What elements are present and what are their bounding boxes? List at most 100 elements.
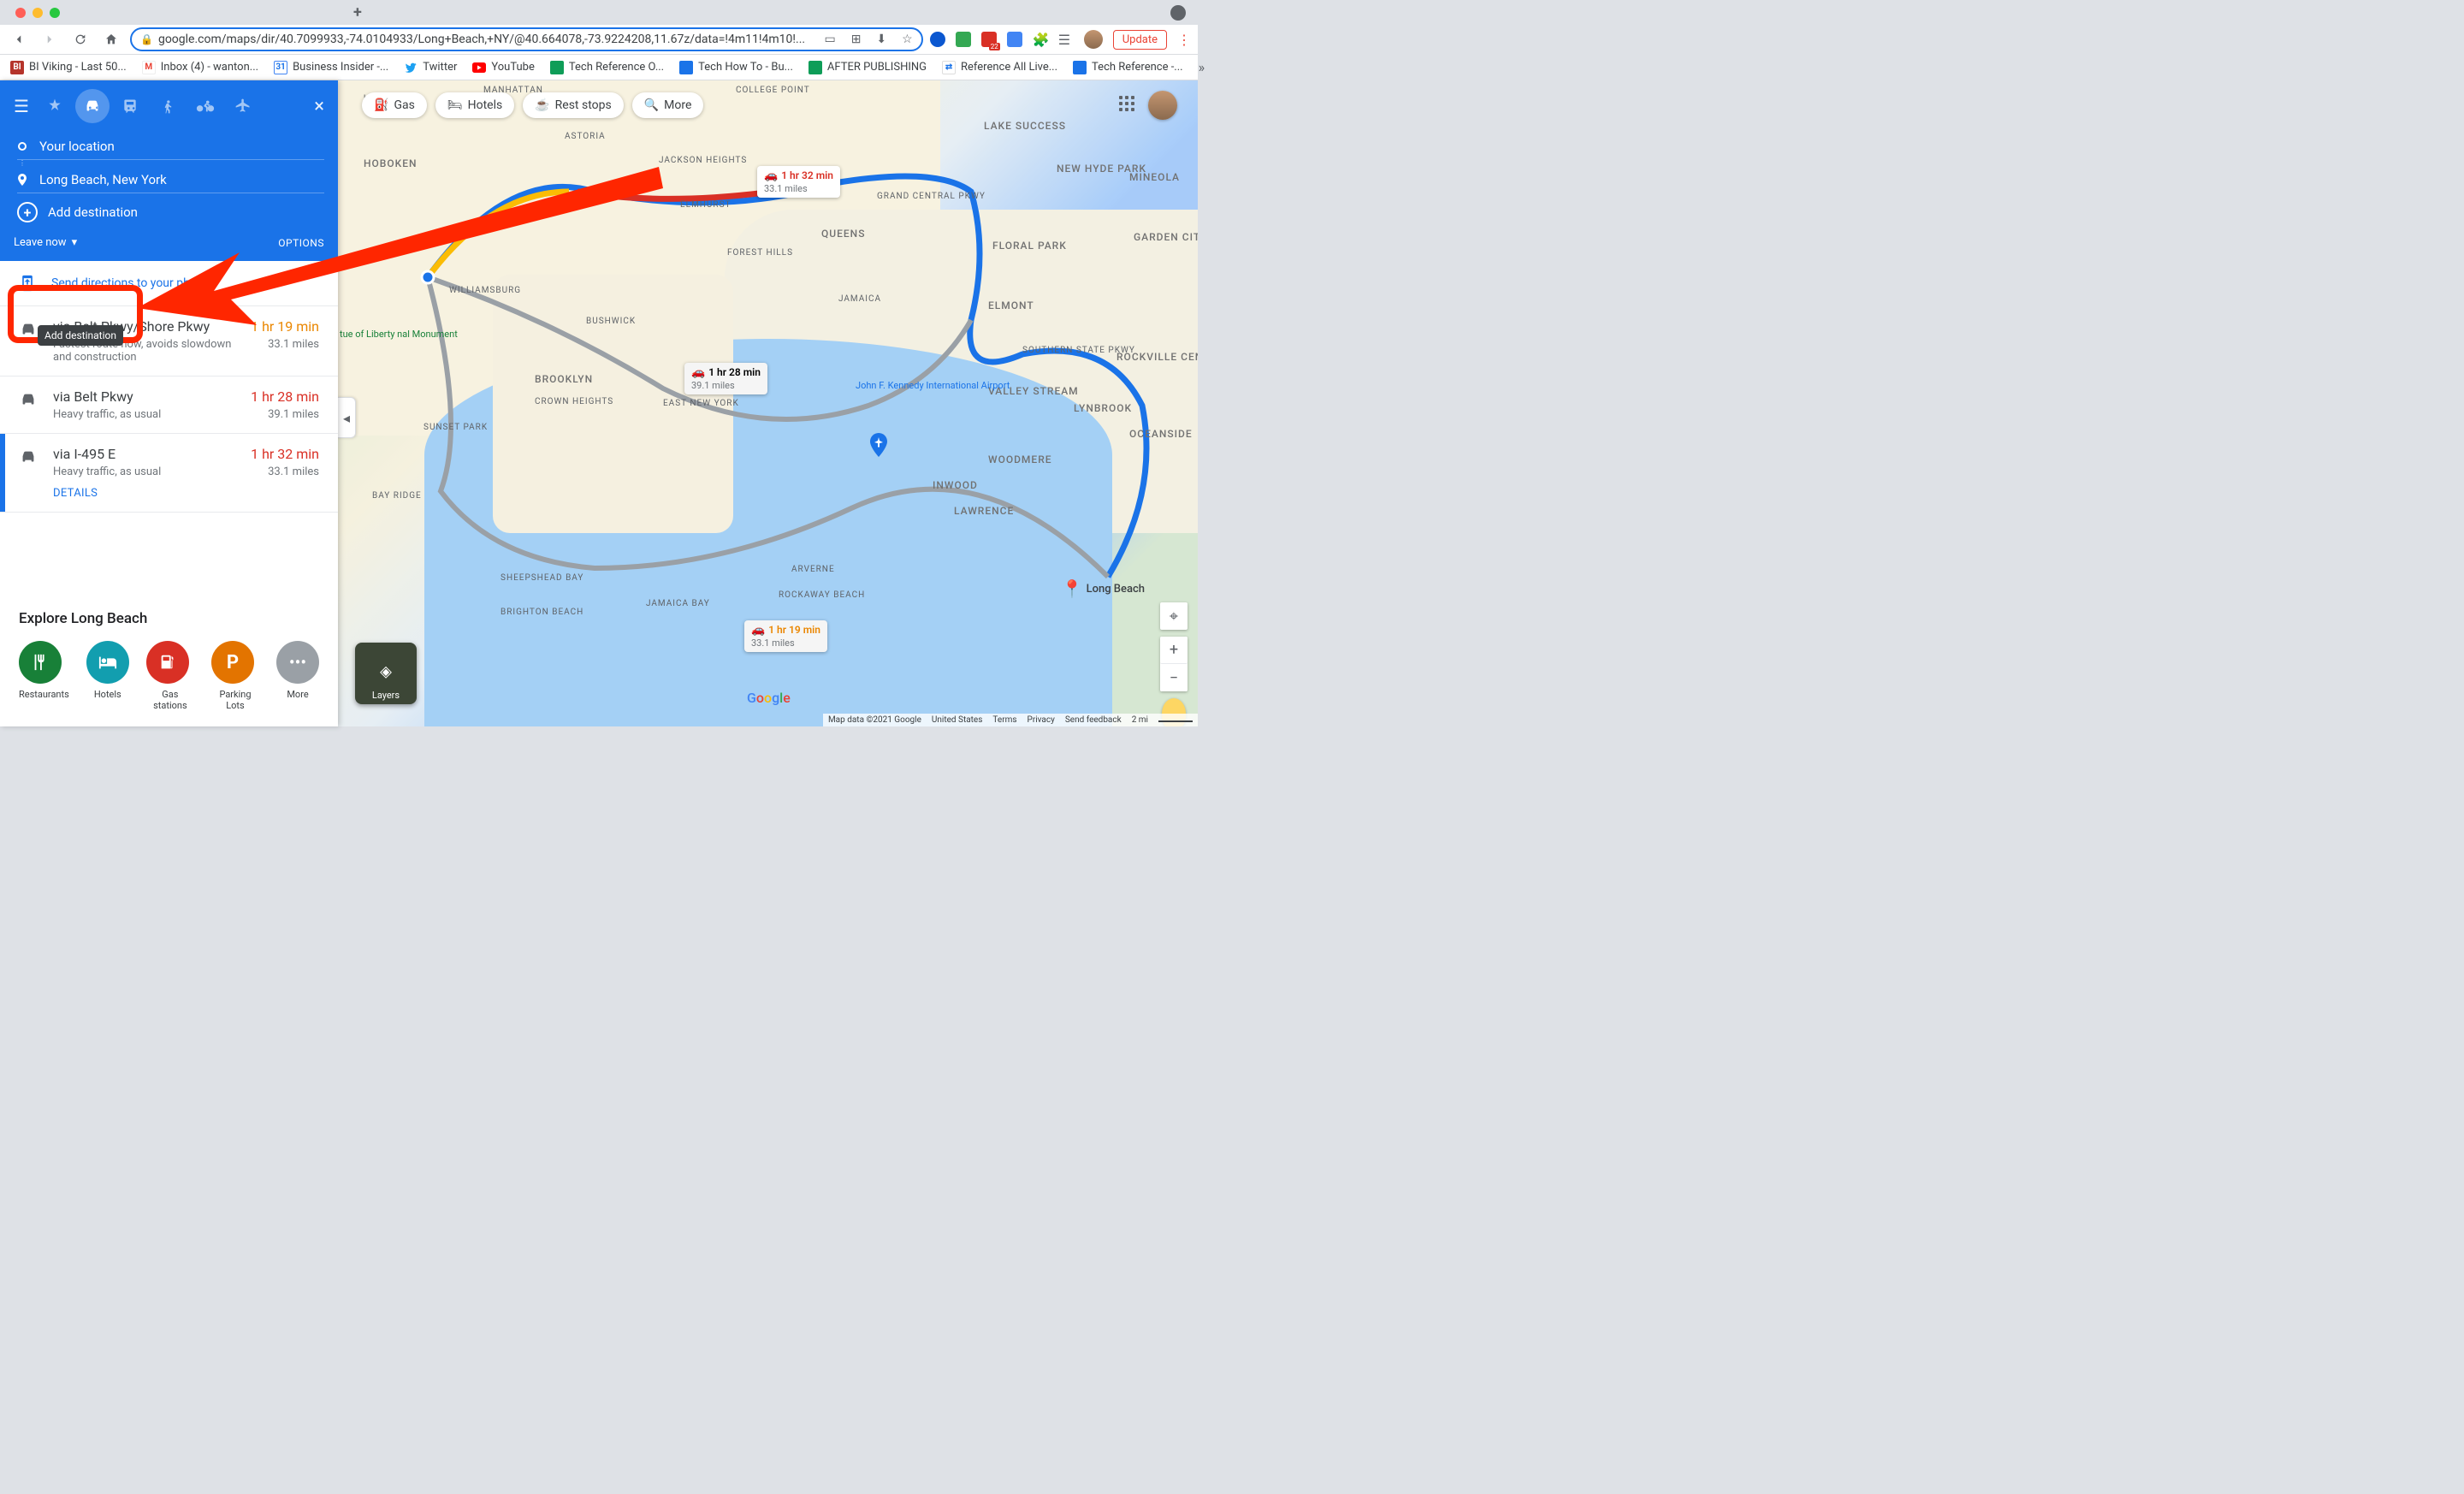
destination-marker[interactable]: 📍 Long Beach <box>1062 578 1145 599</box>
window-minimize[interactable] <box>33 8 43 18</box>
explore-parking[interactable]: PParking Lots <box>211 641 259 711</box>
bookmark-item[interactable]: AFTER PUBLISHING <box>808 61 927 74</box>
chip-more[interactable]: 🔍More <box>632 92 704 118</box>
star-icon[interactable]: ☆ <box>902 33 913 46</box>
reader-icon[interactable]: ▭ <box>824 33 835 46</box>
bookmark-item[interactable]: 31Business Insider -... <box>274 61 388 74</box>
browser-menu-icon[interactable]: ⋮ <box>1177 32 1191 48</box>
bookmark-item[interactable]: MInbox (4) - wanton... <box>142 61 258 74</box>
recenter-button[interactable]: ⌖ <box>1160 602 1188 630</box>
mode-best[interactable] <box>38 89 72 123</box>
mode-transit[interactable] <box>113 89 147 123</box>
reload-button[interactable] <box>68 27 92 51</box>
poi-liberty[interactable]: tue of Liberty nal Monument <box>340 329 417 340</box>
extension-icon[interactable] <box>1007 32 1022 47</box>
layers-button[interactable]: ◈Layers <box>355 643 417 704</box>
route-callout[interactable]: 🚗1 hr 32 min33.1 miles <box>757 166 840 198</box>
add-destination-tooltip: Add destination <box>38 325 123 346</box>
window-controls <box>9 8 67 18</box>
layers-icon: ◈ <box>380 662 392 680</box>
mode-cycling[interactable] <box>188 89 222 123</box>
map-controls: ⌖ + − <box>1160 602 1188 726</box>
home-button[interactable] <box>99 27 123 51</box>
map-area-label: ROCKAWAY BEACH <box>779 590 865 600</box>
poi-jfk[interactable]: John F. Kennedy International Airport <box>856 380 933 391</box>
destination-row[interactable]: Long Beach, New York <box>17 167 324 193</box>
forward-button[interactable] <box>38 27 62 51</box>
depart-options-row: Leave now ▾ OPTIONS <box>14 226 324 249</box>
add-destination-button[interactable]: + Add destination <box>17 193 324 226</box>
extension-icon[interactable]: 22 <box>981 32 997 47</box>
extension-icon[interactable] <box>956 32 971 47</box>
bookmark-item[interactable]: Tech How To - Bu... <box>679 61 793 74</box>
map-area-label: Floral Park <box>992 240 1067 252</box>
url-text: google.com/maps/dir/40.7099933,-74.01049… <box>158 33 805 46</box>
map-area-label: ELMHURST <box>680 200 731 210</box>
origin-row[interactable]: Your location <box>17 133 324 160</box>
extensions-menu-icon[interactable]: 🧩 <box>1033 32 1048 47</box>
qr-icon[interactable]: ⊞ <box>851 33 862 46</box>
content-area: ☰ × Your location ⋮ <box>0 80 1198 726</box>
reading-list-icon[interactable]: ☰ <box>1058 32 1074 47</box>
route-callout[interactable]: 🚗1 hr 28 min39.1 miles <box>684 363 767 394</box>
bookmark-item[interactable]: Twitter <box>404 61 457 74</box>
install-icon[interactable]: ⬇ <box>876 33 886 46</box>
route-option[interactable]: via Belt Pkwy Heavy traffic, as usual 1 … <box>0 376 338 434</box>
window-close[interactable] <box>15 8 26 18</box>
explore-restaurants[interactable]: Restaurants <box>19 641 69 711</box>
bookmark-item[interactable]: YouTube <box>472 61 535 74</box>
profile-avatar[interactable] <box>1084 30 1103 49</box>
new-tab-button[interactable]: + <box>353 3 362 21</box>
address-bar[interactable]: 🔒 google.com/maps/dir/40.7099933,-74.010… <box>130 27 923 51</box>
menu-icon[interactable]: ☰ <box>14 96 29 116</box>
extension-icons: 22 🧩 ☰ Update ⋮ <box>930 30 1191 50</box>
route-option-selected[interactable]: via I-495 E Heavy traffic, as usual DETA… <box>0 434 338 513</box>
car-icon: 🚗 <box>751 624 765 637</box>
route-distance: 33.1 miles <box>251 338 319 351</box>
send-to-phone[interactable]: Send directions to your phone <box>0 261 338 306</box>
country-link[interactable]: United States <box>932 715 983 725</box>
explore-hotels[interactable]: Hotels <box>86 641 129 711</box>
explore-more[interactable]: •••More <box>276 641 319 711</box>
bookmark-item[interactable]: ⇄Reference All Live... <box>942 61 1057 74</box>
back-button[interactable] <box>7 27 31 51</box>
google-apps-icon[interactable] <box>1119 96 1138 115</box>
feedback-link[interactable]: Send feedback <box>1065 715 1122 725</box>
extension-icon[interactable] <box>930 32 945 47</box>
bookmark-item[interactable]: Tech Reference -... <box>1073 61 1183 74</box>
callout-duration: 1 hr 28 min <box>708 366 761 378</box>
map-area-label: Lake Success <box>984 120 1066 132</box>
leave-now-dropdown[interactable]: Leave now ▾ <box>14 236 77 249</box>
window-maximize[interactable] <box>50 8 60 18</box>
chip-rest-stops[interactable]: ☕Rest stops <box>523 92 624 118</box>
details-link[interactable]: DETAILS <box>53 487 237 500</box>
close-directions-icon[interactable]: × <box>314 96 324 117</box>
bookmark-item[interactable]: BIBI Viking - Last 50... <box>10 61 127 74</box>
mode-flights[interactable] <box>226 89 260 123</box>
zoom-in-button[interactable]: + <box>1160 637 1188 664</box>
mode-walking[interactable] <box>151 89 185 123</box>
collapse-panel-button[interactable]: ◂ <box>338 397 356 438</box>
terms-link[interactable]: Terms <box>992 715 1016 725</box>
zoom-out-button[interactable]: − <box>1160 664 1188 691</box>
chip-gas[interactable]: ⛽Gas <box>362 92 427 118</box>
map-area-label: Woodmere <box>988 454 1052 465</box>
explore-section: Explore Long Beach Restaurants Hotels Ga… <box>0 595 338 726</box>
chip-hotels[interactable]: 🛏Hotels <box>435 92 514 118</box>
bookmark-item[interactable]: Tech Reference O... <box>550 61 664 74</box>
bookmarks-overflow[interactable]: » <box>1199 59 1205 75</box>
update-button[interactable]: Update <box>1113 30 1167 50</box>
route-callout[interactable]: 🚗1 hr 19 min33.1 miles <box>744 620 827 652</box>
explore-gas[interactable]: Gas stations <box>146 641 194 711</box>
explore-title: Explore Long Beach <box>19 610 319 627</box>
map-canvas[interactable]: MANHATTANUNION CITYHobokenASTORIACOLLEGE… <box>338 80 1198 726</box>
mode-driving[interactable] <box>75 89 110 123</box>
privacy-link[interactable]: Privacy <box>1028 715 1055 725</box>
account-indicator-icon[interactable] <box>1170 5 1186 21</box>
map-area-label: SUNSET PARK <box>424 423 488 432</box>
directions-panel: ☰ × Your location ⋮ <box>0 80 338 726</box>
routes-list: via Belt Pkwy/Shore Pkwy Fastest route n… <box>0 306 338 595</box>
account-avatar[interactable] <box>1148 91 1177 120</box>
scale-bar <box>1158 715 1193 722</box>
options-link[interactable]: OPTIONS <box>278 237 324 249</box>
